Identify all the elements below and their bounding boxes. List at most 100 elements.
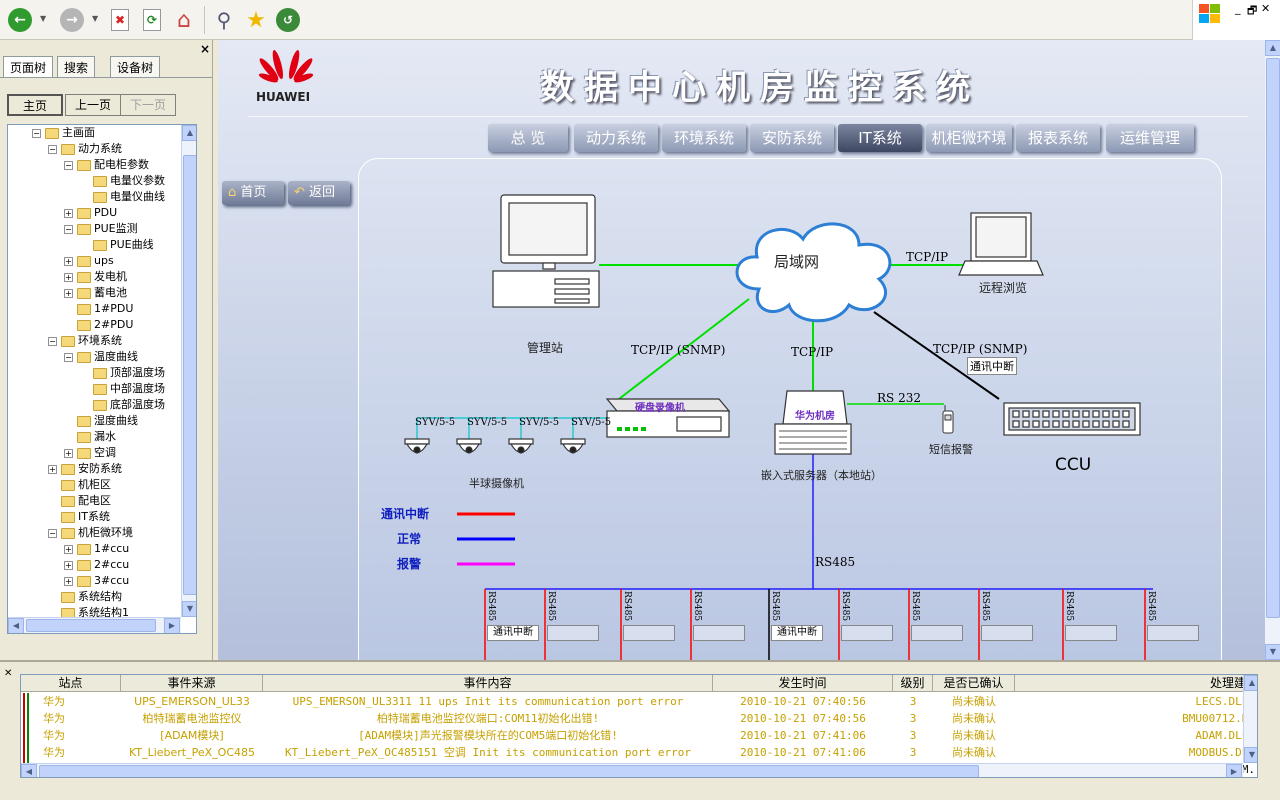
tab-nav-7[interactable]: 运维管理	[1106, 124, 1194, 152]
tab-nav-3[interactable]: 安防系统	[750, 124, 834, 152]
collapse-icon[interactable]: −	[64, 224, 73, 234]
tree-item[interactable]: + 空调	[64, 445, 116, 461]
panel-close-icon[interactable]: ×	[200, 42, 210, 56]
back-page-button[interactable]: ↶ 返回	[288, 181, 350, 205]
expand-icon[interactable]: +	[64, 560, 73, 570]
tree-scroll-thumb[interactable]	[183, 155, 196, 595]
device-status-box[interactable]	[1147, 625, 1199, 641]
device-status-box[interactable]	[623, 625, 675, 641]
alarm-row[interactable]: 华为 柏特瑞蓄电池监控仪 柏特瑞蓄电池监控仪端口:COM11初始化出错! 2010-1…	[21, 710, 1257, 727]
tree-item[interactable]: − 主画面	[32, 125, 95, 141]
expand-icon[interactable]: +	[64, 544, 73, 554]
expand-icon[interactable]: +	[64, 576, 73, 586]
main-scroll-thumb[interactable]	[1266, 58, 1280, 618]
tree-vscroll[interactable]: ▲ ▼	[181, 125, 196, 617]
tree-item[interactable]: 系统结构	[48, 589, 122, 605]
expand-icon[interactable]: +	[64, 256, 73, 266]
expand-icon[interactable]: +	[64, 208, 73, 218]
collapse-icon[interactable]: −	[48, 336, 57, 346]
alarm-row[interactable]: 华为 [ADAM模块] [ADAM模块]声光报警模块所在的COM5端口初始化错! 20…	[21, 727, 1257, 744]
alarm-close-icon[interactable]: ✕	[4, 668, 12, 679]
tab-nav-4[interactable]: IT系统	[838, 124, 922, 152]
expand-icon[interactable]: +	[64, 272, 73, 282]
tree-item[interactable]: 1#PDU	[64, 301, 133, 317]
tab-nav-5[interactable]: 机柜微环境	[926, 124, 1012, 152]
alarm-column-header[interactable]: 是否已确认	[933, 675, 1015, 692]
tree-item[interactable]: 机柜区	[48, 477, 111, 493]
tree-item[interactable]: + PDU	[64, 205, 117, 221]
alarm-row[interactable]: 华为 KT_Liebert_PeX_OC485 KT_Liebert_PeX_OC4…	[21, 744, 1257, 761]
tree-item[interactable]: +2#ccu	[64, 557, 129, 573]
collapse-icon[interactable]: −	[48, 528, 57, 538]
tree-item[interactable]: PUE曲线	[80, 237, 154, 253]
alarm-column-header[interactable]: 处理建	[1015, 675, 1257, 692]
tree-item[interactable]: 湿度曲线	[64, 413, 138, 429]
tree-item[interactable]: IT系统	[48, 509, 110, 525]
favorites-icon[interactable]: ★	[242, 6, 270, 34]
restore-button[interactable]: 🗗	[1247, 2, 1257, 21]
tab-search[interactable]: 搜索	[57, 56, 96, 78]
alarm-column-header[interactable]: 发生时间	[713, 675, 893, 692]
search-icon[interactable]: ⚲	[210, 6, 238, 34]
tab-nav-1[interactable]: 动力系统	[574, 124, 658, 152]
device-status-box[interactable]	[911, 625, 963, 641]
tree-item[interactable]: − PUE监测	[64, 221, 138, 237]
home-nav-button[interactable]: 主页	[7, 94, 63, 116]
expand-icon[interactable]: +	[64, 448, 73, 458]
tab-nav-6[interactable]: 报表系统	[1016, 124, 1100, 152]
alarm-column-header[interactable]: 站点	[21, 675, 121, 692]
close-button[interactable]: ✕	[1261, 2, 1270, 15]
tree-hscroll[interactable]: ◀ ▶	[8, 617, 181, 633]
device-status-box[interactable]	[841, 625, 893, 641]
device-status-box[interactable]	[981, 625, 1033, 641]
collapse-icon[interactable]: −	[48, 144, 57, 154]
alarm-vscroll[interactable]: ▲ ▼	[1243, 675, 1257, 763]
alarm-column-header[interactable]: 事件内容	[263, 675, 713, 692]
tree-item[interactable]: 电量仪曲线	[80, 189, 165, 205]
tab-nav-2[interactable]: 环境系统	[662, 124, 746, 152]
stop-icon[interactable]: ✖	[106, 6, 134, 34]
refresh-icon[interactable]: ⟳	[138, 6, 166, 34]
forward-icon[interactable]: →	[58, 6, 86, 34]
tree-item[interactable]: 配电区	[48, 493, 111, 509]
alarm-hscroll[interactable]: ◀ ▶	[21, 763, 1243, 777]
tree-item[interactable]: 底部温度场	[80, 397, 165, 413]
tree-item[interactable]: 2#PDU	[64, 317, 133, 333]
collapse-icon[interactable]: −	[64, 352, 73, 362]
home-icon[interactable]: ⌂	[170, 6, 198, 34]
collapse-icon[interactable]: −	[64, 160, 73, 170]
tree-item[interactable]: 漏水	[64, 429, 116, 445]
main-vscroll[interactable]: ▲ ▼	[1265, 40, 1280, 660]
tree-item[interactable]: 顶部温度场	[80, 365, 165, 381]
next-page-button[interactable]: 下一页	[120, 94, 176, 116]
tree-item[interactable]: − 温度曲线	[64, 349, 138, 365]
tab-nav-0[interactable]: 总 览	[488, 124, 568, 152]
expand-icon[interactable]: +	[48, 464, 57, 474]
history-icon[interactable]: ↺	[274, 6, 302, 34]
tree-item[interactable]: + 发电机	[64, 269, 127, 285]
device-status-box[interactable]	[1065, 625, 1117, 641]
prev-page-button[interactable]: 上一页	[65, 94, 121, 116]
device-status-box[interactable]	[693, 625, 745, 641]
expand-icon[interactable]: +	[64, 288, 73, 298]
tree-item[interactable]: − 配电柜参数	[64, 157, 149, 173]
tab-page-tree[interactable]: 页面树	[3, 56, 54, 78]
tree-item[interactable]: +1#ccu	[64, 541, 129, 557]
alarm-column-header[interactable]: 级别	[893, 675, 933, 692]
device-status-box[interactable]	[547, 625, 599, 641]
device-status-box[interactable]: 通讯中断	[487, 625, 539, 641]
tree-item[interactable]: +3#ccu	[64, 573, 129, 589]
alarm-column-header[interactable]: 事件来源	[121, 675, 263, 692]
tab-device-tree[interactable]: 设备树	[110, 56, 161, 78]
back-dropdown-icon[interactable]: ▼	[40, 14, 46, 23]
alarm-row[interactable]: 华为 UPS_EMERSON_UL33 UPS_EMERSON_UL3311 11 …	[21, 693, 1257, 710]
collapse-icon[interactable]: −	[32, 128, 41, 138]
tree-item[interactable]: + ups	[64, 253, 114, 269]
home-page-button[interactable]: ⌂ 首页	[222, 181, 284, 205]
tree-item[interactable]: − 机柜微环境	[48, 525, 133, 541]
tree-item[interactable]: + 蓄电池	[64, 285, 127, 301]
tree-item[interactable]: − 环境系统	[48, 333, 122, 349]
tree-item[interactable]: + 安防系统	[48, 461, 122, 477]
device-status-box[interactable]: 通讯中断	[771, 625, 823, 641]
back-icon[interactable]: ←	[6, 6, 34, 34]
